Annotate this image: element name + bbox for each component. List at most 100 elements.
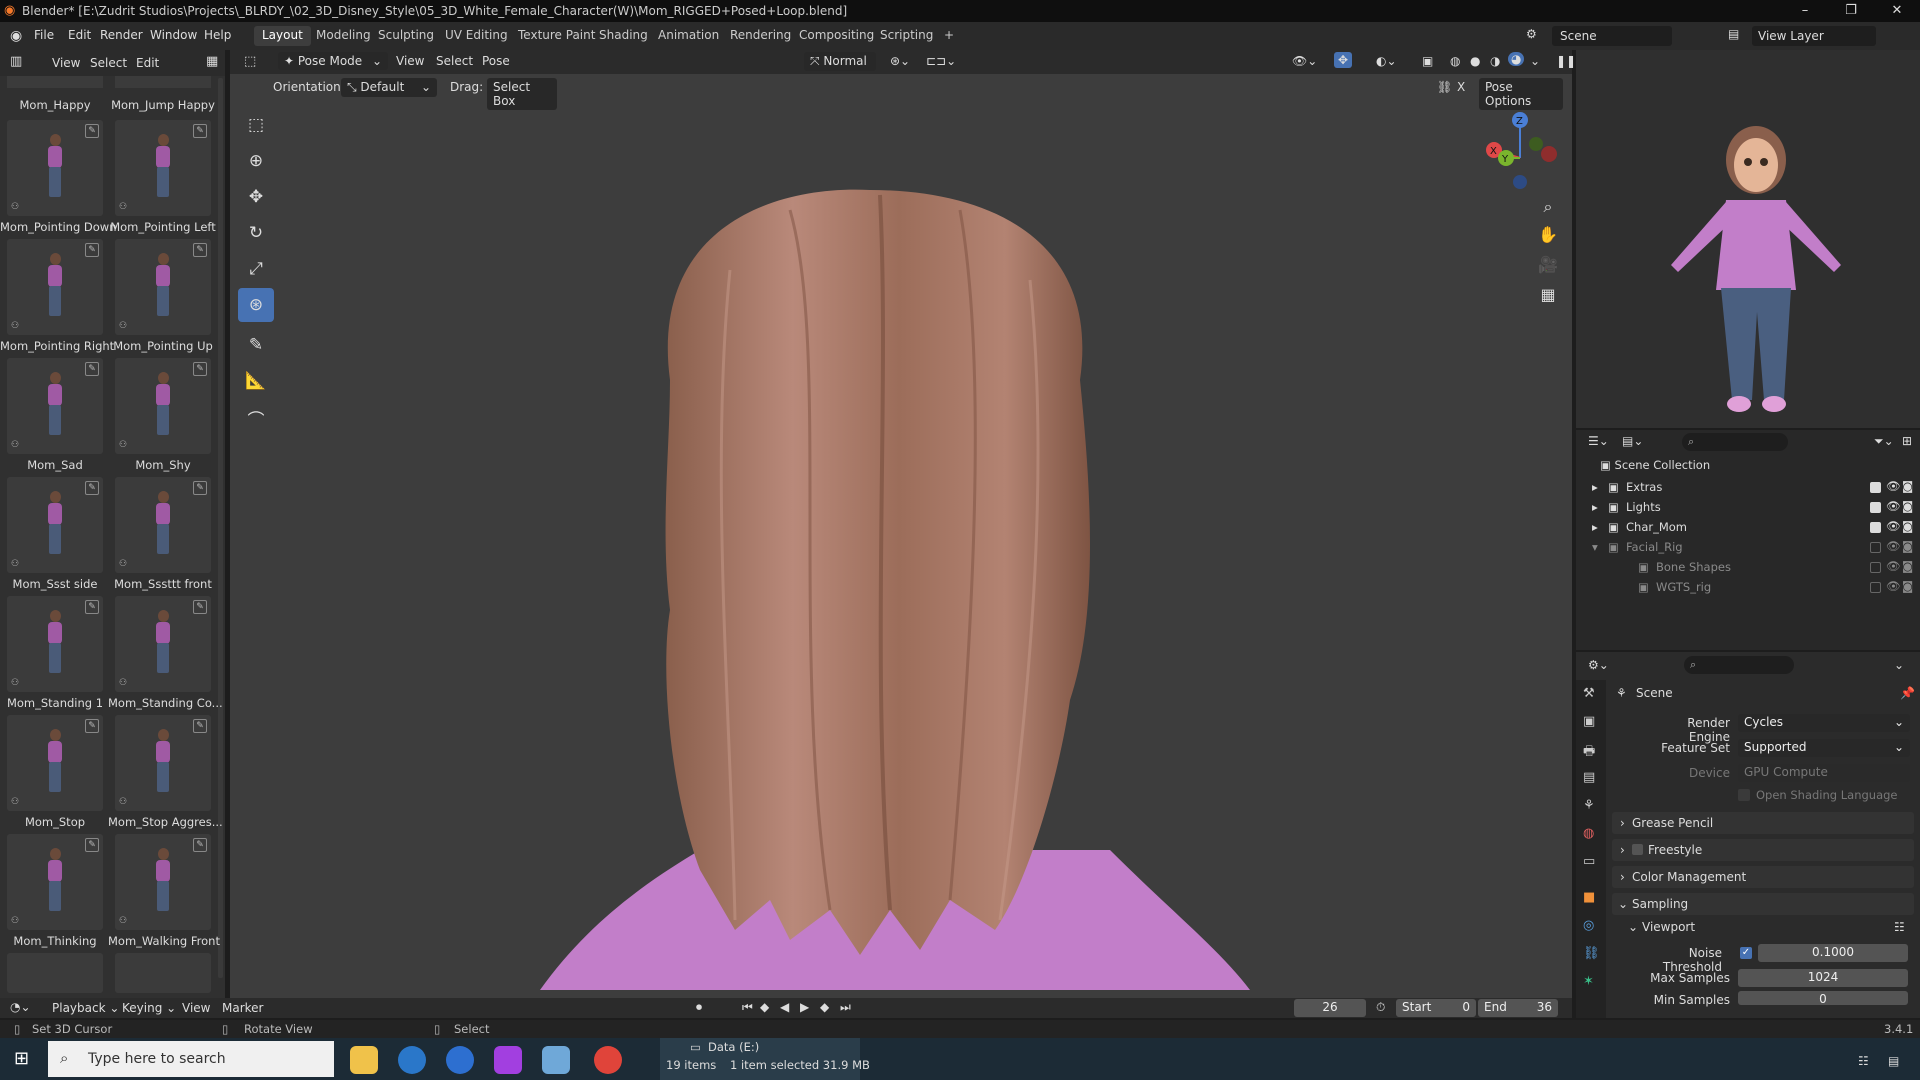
color-management-section[interactable]: › Color Management — [1612, 866, 1914, 888]
wireframe-shading-icon[interactable]: ◍ — [1450, 54, 1460, 68]
pause-render-icon[interactable]: ❚❚ — [1556, 54, 1576, 68]
view-layer-tab-icon[interactable]: ▤ — [1583, 770, 1595, 785]
asset-label[interactable]: Mom_Pointing Up — [108, 339, 218, 353]
eye-icon[interactable]: 👁 — [1886, 559, 1901, 573]
show-desktop-icon[interactable]: ▤ — [1888, 1054, 1899, 1068]
eye-icon[interactable]: 👁 — [1886, 479, 1901, 493]
rendered-shading-icon[interactable]: ◕ — [1508, 52, 1525, 66]
solid-shading-icon[interactable]: ● — [1470, 54, 1480, 68]
ortho-grid-icon[interactable]: ▦ — [1535, 282, 1561, 308]
viewport-menu-select[interactable]: Select — [436, 54, 473, 68]
bone-options-icon[interactable]: ⛓ — [1437, 80, 1452, 94]
transform-orientation-dropdown[interactable]: ⤧ Normal — [804, 52, 876, 71]
current-frame-field[interactable]: 26 — [1294, 999, 1366, 1017]
view-layer-selector[interactable]: View Layer — [1752, 26, 1876, 46]
measure-tool-icon[interactable]: 📐 — [238, 364, 274, 398]
edit-icon[interactable]: ✎ — [85, 243, 99, 257]
preview-range-icon[interactable]: ⏱ — [1376, 1000, 1385, 1015]
minimize-button[interactable]: – — [1782, 0, 1828, 22]
asset-thumbnail[interactable]: ✎ ⚇ — [7, 358, 103, 454]
freestyle-checkbox[interactable] — [1632, 844, 1643, 855]
asset-thumbnail[interactable]: ✎ ⚇ — [7, 715, 103, 811]
outliner-row[interactable]: ▸ ▣ Char_Mom 👁 ◙ — [1576, 518, 1920, 538]
shading-options-icon[interactable]: ⌄ — [1530, 54, 1540, 68]
move-tool-icon[interactable]: ✥ — [238, 180, 274, 214]
pin-icon[interactable]: 📌 — [1900, 686, 1915, 700]
transform-tool-icon[interactable]: ⊛ — [238, 288, 274, 322]
play-reverse-icon[interactable]: ◀ — [780, 1000, 789, 1014]
notes-icon[interactable] — [542, 1046, 570, 1074]
end-frame-field[interactable]: End 36 — [1478, 999, 1558, 1017]
tab-animation[interactable]: Animation — [650, 26, 727, 46]
eye-icon[interactable]: 👁 — [1886, 539, 1901, 553]
chevron-down-icon[interactable]: ▾ — [1592, 540, 1598, 554]
eye-icon[interactable]: 👁 — [1886, 499, 1901, 513]
outliner-row[interactable]: ▣ Bone Shapes 👁 ◙ — [1576, 558, 1920, 578]
timeline-menu-view[interactable]: View — [182, 1001, 210, 1015]
tab-sculpting[interactable]: Sculpting — [370, 26, 442, 46]
drag-dropdown[interactable]: Select Box — [487, 78, 557, 110]
tab-rendering[interactable]: Rendering — [722, 26, 799, 46]
max-samples-field[interactable]: 1024 — [1738, 969, 1908, 987]
annotate-tool-icon[interactable]: ✎ — [238, 328, 274, 362]
physics-tab-icon[interactable]: ◎ — [1583, 918, 1594, 933]
outliner-row[interactable]: ▸ ▣ Extras 👁 ◙ — [1576, 478, 1920, 498]
menu-help[interactable]: Help — [204, 28, 231, 42]
asset-label[interactable]: Mom_Sad — [0, 458, 110, 472]
tab-texture-paint[interactable]: Texture Paint — [510, 26, 603, 46]
menu-render[interactable]: Render — [100, 28, 143, 42]
edit-icon[interactable]: ✎ — [85, 838, 99, 852]
asset-label[interactable]: Mom_Walking Front — [108, 934, 220, 948]
asset-menu-select[interactable]: Select — [90, 56, 127, 70]
sampling-section[interactable]: ⌄ Sampling — [1612, 893, 1914, 915]
edit-icon[interactable]: ✎ — [193, 719, 207, 733]
options-chevron-icon[interactable]: ⌄ — [1894, 658, 1904, 672]
world-tab-icon[interactable]: ◍ — [1583, 826, 1594, 841]
eye-icon[interactable]: 👁 — [1886, 519, 1901, 533]
navigation-gizmo[interactable]: Z X Y — [1484, 110, 1564, 190]
viewport-editor-type-icon[interactable]: ⬚ — [244, 54, 256, 69]
edit-icon[interactable]: ✎ — [85, 719, 99, 733]
start-frame-field[interactable]: Start 0 — [1396, 999, 1476, 1017]
asset-label[interactable]: Mom_Pointing Left — [108, 220, 218, 234]
camera-icon[interactable]: ◙ — [1902, 499, 1913, 513]
asset-thumbnail[interactable]: ✎ ⚇ — [115, 715, 211, 811]
asset-thumbnail[interactable]: ✎ ⚇ — [7, 477, 103, 573]
exclude-checkbox[interactable] — [1870, 482, 1881, 493]
edit-icon[interactable]: ✎ — [193, 838, 207, 852]
snap-icon[interactable]: ⊏⊐⌄ — [926, 54, 956, 68]
outliner-row[interactable]: ▸ ▣ Lights 👁 ◙ — [1576, 498, 1920, 518]
rotate-tool-icon[interactable]: ↻ — [238, 216, 274, 250]
edit-icon[interactable]: ✎ — [85, 481, 99, 495]
asset-label[interactable]: Mom_Stop Aggres... — [108, 815, 223, 829]
asset-thumbnail[interactable]: ✎ ⚇ — [7, 834, 103, 930]
grid-view-icon[interactable]: ▦ — [206, 54, 218, 69]
camera-icon[interactable]: ◙ — [1902, 479, 1913, 493]
zoom-icon[interactable]: ⌕ — [1535, 194, 1561, 220]
viewport-subsection[interactable]: ⌄ Viewport ☷ — [1622, 918, 1912, 938]
asset-label[interactable]: Mom_Pointing Right — [0, 339, 114, 353]
asset-label[interactable]: Mom_Shy — [108, 458, 218, 472]
tab-compositing[interactable]: Compositing — [791, 26, 882, 46]
material-shading-icon[interactable]: ◑ — [1490, 54, 1500, 68]
timeline-menu-keying[interactable]: Keying ⌄ — [122, 1001, 176, 1015]
feature-set-dropdown[interactable]: Supported ⌄ — [1738, 739, 1910, 757]
device-dropdown[interactable]: GPU Compute — [1738, 764, 1910, 782]
3d-viewport[interactable] — [230, 50, 1572, 1008]
edit-icon[interactable]: ✎ — [85, 362, 99, 376]
camera-icon[interactable]: ◙ — [1902, 519, 1913, 533]
asset-label[interactable]: Mom_Sssttt front — [108, 577, 218, 591]
outliner-row[interactable]: ▾ ▣ Facial_Rig 👁 ◙ — [1576, 538, 1920, 558]
timeline-editor-icon[interactable]: ◔⌄ — [10, 1000, 31, 1014]
outliner-editor-icon[interactable]: ☰⌄ — [1588, 434, 1609, 448]
chevron-right-icon[interactable]: ▸ — [1592, 480, 1598, 494]
edit-icon[interactable]: ✎ — [85, 124, 99, 138]
render-tab-icon[interactable]: ▣ — [1583, 714, 1595, 729]
app-icon[interactable] — [446, 1046, 474, 1074]
file-explorer-icon[interactable] — [350, 1046, 378, 1074]
select-box-tool-icon[interactable]: ⬚ — [238, 108, 274, 142]
timeline-menu-playback[interactable]: Playback ⌄ — [52, 1001, 119, 1015]
exclude-checkbox[interactable] — [1870, 542, 1881, 553]
xray-icon[interactable]: ▣ — [1422, 54, 1433, 68]
viewport-menu-pose[interactable]: Pose — [482, 54, 510, 68]
